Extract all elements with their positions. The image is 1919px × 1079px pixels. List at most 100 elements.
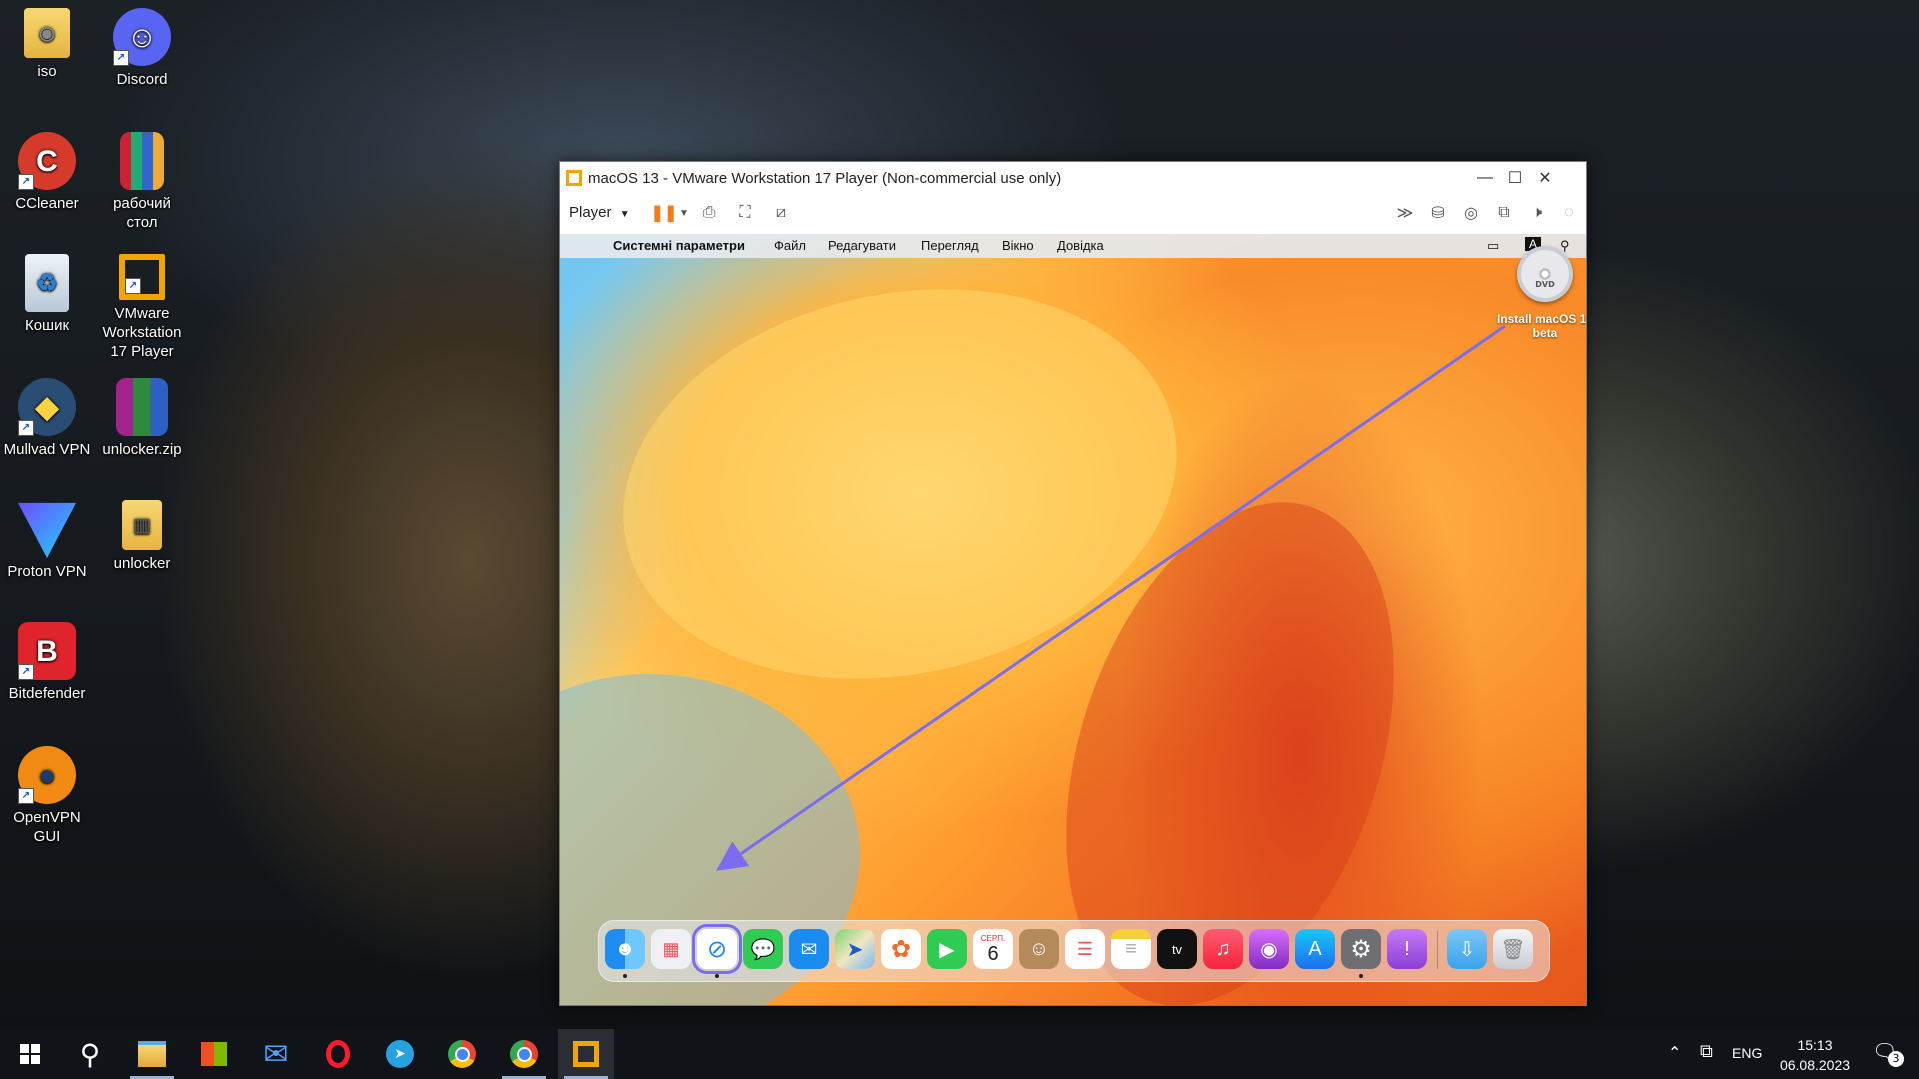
system-settings-icon[interactable]: ⚙ [1341,929,1381,969]
hard-disk-icon[interactable]: ⛁ [1427,202,1449,224]
unity-icon[interactable]: ⧄ [770,202,792,224]
pause-dropdown-icon[interactable]: ▼ [673,202,695,224]
usb-icon[interactable]: ◌ [1558,202,1580,224]
launchpad-icon[interactable]: ▦ [651,929,691,969]
sound-icon[interactable]: 🕨 [1526,202,1548,224]
start-button[interactable] [2,1029,58,1079]
more-devices-icon[interactable]: ≫ [1394,202,1416,224]
taskbar-mail[interactable]: ✉ [248,1029,304,1079]
desktop-icon-unlocker[interactable]: ▥ unlocker [87,500,197,573]
feedback-icon[interactable]: ! [1387,929,1427,969]
ccleaner-icon: C ↗ [18,132,76,190]
mullvad-icon: ◆ ↗ [18,378,76,436]
chrome-icon [448,1040,476,1068]
language-indicator[interactable]: ENG [1732,1045,1762,1061]
mail-icon: ✉ [263,1036,289,1072]
notification-count: 3 [1888,1051,1904,1067]
vmware-icon [573,1041,599,1067]
windows-logo-icon [20,1044,40,1064]
recycle-bin-icon: ♻ [25,254,69,312]
windows-taskbar: ⚲ ✉ ➤ ⌃ ⧉ ENG 15:13 06.08.2023 🗨 3 [0,1029,1919,1079]
network-icon[interactable]: ⧉ [1700,1041,1713,1062]
taskbar-store[interactable] [186,1029,242,1079]
trash-icon[interactable]: 🗑 [1493,929,1533,969]
desktop-icon-discord[interactable]: ☺ ↗ Discord [87,8,197,89]
window-title: macOS 13 - VMware Workstation 17 Player … [588,169,1062,187]
vmware-window[interactable]: macOS 13 - VMware Workstation 17 Player … [559,161,1587,1006]
contacts-icon[interactable]: ☺ [1019,929,1059,969]
guest-screen[interactable]: Системні параметри Файл Редагувати Перег… [560,234,1586,1005]
network-adapter-icon[interactable]: ⧉ [1493,202,1515,224]
pause-icon[interactable]: ❚❚ [651,202,678,224]
maps-icon[interactable]: ➤ [835,929,875,969]
desktop-icon-bitdefender[interactable]: B ↗ Bitdefender [0,622,102,703]
desktop-icon-unlocker-zip[interactable]: unlocker.zip [87,378,197,459]
install-macos-disk[interactable]: DVD Install macOS 13 beta [1480,246,1586,340]
clock-date: 06.08.2023 [1779,1057,1851,1073]
clock-time: 15:13 [1797,1037,1833,1053]
menu-app[interactable]: Системні параметри [613,238,745,253]
taskbar-opera[interactable] [310,1029,366,1079]
podcasts-icon[interactable]: ◉ [1249,929,1289,969]
bitdefender-icon: B ↗ [18,622,76,680]
finder-icon[interactable]: ☻ [605,929,645,969]
folder-icon: ◉ [24,8,70,58]
menu-view[interactable]: Перегляд [921,238,979,253]
maximize-button[interactable]: ☐ [1500,162,1530,194]
winrar-icon [116,378,168,436]
desktop-icon-vmware[interactable]: ↗ VMware Workstation 17 Player [87,254,197,361]
window-titlebar[interactable]: macOS 13 - VMware Workstation 17 Player … [560,162,1586,194]
archive-folder-icon [120,132,164,190]
running-indicator [623,974,627,978]
taskbar-chrome-profile[interactable] [496,1029,552,1079]
notification-center-button[interactable]: 🗨 3 [1872,1039,1906,1069]
appletv-icon[interactable]: tv [1157,929,1197,969]
vmware-logo-icon [566,170,582,186]
notes-icon[interactable]: ≡ [1111,929,1151,969]
folder-icon: ▥ [122,500,162,550]
player-menu[interactable]: Player ▼ [569,204,630,221]
desktop-icon-desktop-folder[interactable]: рабочий стол [87,132,197,232]
running-indicator [1359,974,1363,978]
taskbar-file-explorer[interactable] [124,1029,180,1079]
discord-icon: ☺ ↗ [113,8,171,66]
safari-icon[interactable]: ⊘ [692,924,742,974]
taskbar-telegram[interactable]: ➤ [372,1029,428,1079]
file-explorer-icon [138,1041,166,1067]
taskbar-vmware[interactable] [558,1029,614,1079]
downloads-folder-icon[interactable]: ⇩ [1447,929,1487,969]
opera-icon [326,1040,350,1068]
desktop-icon-openvpn[interactable]: ● ↗ OpenVPN GUI [0,746,102,846]
send-ctrl-alt-del-icon[interactable]: ⎙ [698,202,720,224]
search-button[interactable]: ⚲ [62,1029,118,1079]
menu-edit[interactable]: Редагувати [828,238,896,253]
calendar-icon[interactable]: СЕРП. 6 [973,929,1013,969]
taskbar-chrome[interactable] [434,1029,490,1079]
menu-file[interactable]: Файл [774,238,806,253]
vmware-toolbar: Player ▼ ❚❚ ▼ ⎙ ⛶ ⧄ ≫ ⛁ ◎ ⧉ 🕨 ◌ [560,194,1586,232]
chrome-icon [510,1040,538,1068]
photos-icon[interactable]: ✿ [881,929,921,969]
close-button[interactable]: ✕ [1530,162,1560,194]
reminders-icon[interactable]: ☰ [1065,929,1105,969]
menu-window[interactable]: Вікно [1002,238,1034,253]
menu-help[interactable]: Довідка [1057,238,1104,253]
chevron-down-icon: ▼ [619,209,630,220]
microsoft-store-icon [201,1042,227,1066]
dock-separator [1437,931,1438,969]
messages-icon[interactable]: 💬 [743,929,783,969]
appstore-icon[interactable]: A [1295,929,1335,969]
minimize-button[interactable]: — [1470,162,1500,194]
fullscreen-icon[interactable]: ⛶ [734,202,756,224]
show-hidden-icons-icon[interactable]: ⌃ [1668,1043,1681,1062]
mail-icon[interactable]: ✉ [789,929,829,969]
facetime-icon[interactable]: ▶ [927,929,967,969]
running-indicator [715,974,719,978]
dvd-icon: DVD [1517,246,1573,302]
vmware-icon: ↗ [119,254,165,300]
cd-dvd-icon[interactable]: ◎ [1460,202,1482,224]
clock[interactable]: 15:13 06.08.2023 [1770,1035,1860,1075]
openvpn-icon: ● ↗ [18,746,76,804]
macos-menubar: Системні параметри Файл Редагувати Перег… [560,234,1586,258]
music-icon[interactable]: ♫ [1203,929,1243,969]
